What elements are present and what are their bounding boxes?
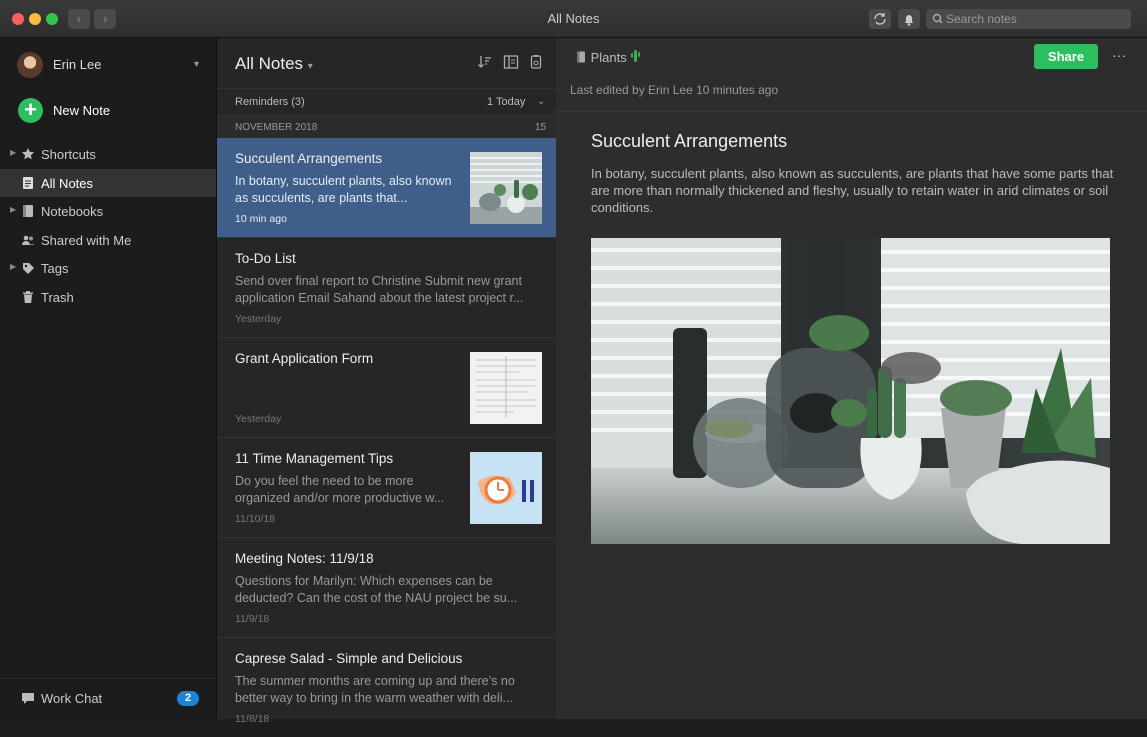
work-chat-button[interactable]: Work Chat 2: [0, 678, 216, 719]
search-input[interactable]: [946, 9, 1126, 29]
sidebar-item-label: Shortcuts: [41, 147, 96, 162]
sidebar-item-label: Trash: [41, 290, 74, 305]
note-snippet: The summer months are coming up and ther…: [235, 674, 515, 705]
chat-icon: [22, 693, 34, 704]
note-snippet: Questions for Marilyn: Which expenses ca…: [235, 574, 518, 605]
month-header: NOVEMBER 2018 15: [217, 115, 556, 139]
reminder-bell-icon[interactable]: [528, 54, 544, 70]
sort-icon[interactable]: [477, 54, 493, 70]
chevron-down-icon: ▾: [307, 61, 313, 72]
sidebar: Erin Lee ▾ + New Note ▶ Shortcuts All No…: [0, 38, 216, 719]
note-editor: Plants Share ··· Last edited by Erin Lee…: [556, 38, 1147, 719]
note-title: Caprese Salad - Simple and Delicious: [235, 651, 463, 666]
notebook-icon: [23, 205, 33, 217]
note-card-time-management-tips[interactable]: 11 Time Management Tips Do you feel the …: [217, 438, 556, 538]
bell-icon: [905, 15, 913, 26]
note-title: 11 Time Management Tips: [235, 451, 394, 466]
note-icon: [23, 177, 33, 189]
note-snippet: In botany, succulent plants, also known …: [235, 174, 452, 205]
sidebar-item-label: All Notes: [41, 176, 94, 191]
account-switcher[interactable]: Erin Lee ▾: [17, 52, 207, 78]
note-date: 10 min ago: [235, 213, 287, 225]
expand-arrow-icon[interactable]: ▶: [10, 205, 16, 214]
note-title: Meeting Notes: 11/9/18: [235, 551, 374, 566]
note-card-to-do-list[interactable]: To-Do List Send over final report to Chr…: [217, 238, 556, 338]
chevron-down-icon: ▾: [194, 59, 200, 70]
month-label: NOVEMBER 2018: [235, 122, 318, 133]
document-thumbnail: [470, 352, 542, 424]
expand-arrow-icon[interactable]: ▶: [10, 262, 16, 271]
note-card-caprese-salad[interactable]: Caprese Salad - Simple and Delicious The…: [217, 638, 556, 737]
note-snippet: Do you feel the need to be more organize…: [235, 474, 445, 505]
last-edited-info: Last edited by Erin Lee 10 minutes ago: [570, 83, 779, 97]
sidebar-item-shortcuts[interactable]: ▶ Shortcuts: [0, 140, 216, 168]
sync-button[interactable]: [869, 9, 891, 29]
note-list-panel: All Notes ▾ Reminders (3) 1 Today ⌄ NOVE…: [216, 38, 557, 725]
notebook-name: Plants: [590, 50, 627, 65]
note-date: Yesterday: [235, 413, 282, 425]
view-options-icon[interactable]: [503, 54, 519, 70]
reminders-today: 1 Today: [487, 96, 526, 108]
share-button[interactable]: Share: [1034, 44, 1098, 69]
tag-icon: [23, 263, 34, 274]
note-title: Grant Application Form: [235, 351, 374, 366]
sync-icon: [874, 13, 886, 25]
work-chat-label: Work Chat: [41, 691, 103, 706]
chevron-down-icon: ⌄: [537, 96, 546, 107]
note-date: 11/8/18: [235, 713, 270, 725]
star-icon: [22, 148, 34, 160]
reminders-label: Reminders (3): [235, 96, 305, 108]
new-note-button[interactable]: + New Note: [18, 98, 208, 124]
search-icon: [932, 13, 943, 24]
note-card-meeting-notes[interactable]: Meeting Notes: 11/9/18 Questions for Mar…: [217, 538, 556, 638]
sidebar-item-label: Tags: [41, 261, 69, 276]
people-icon: [22, 235, 35, 245]
user-name: Erin Lee: [53, 57, 102, 72]
note-list-title-dropdown[interactable]: All Notes ▾: [235, 54, 313, 74]
month-count: 15: [535, 122, 547, 133]
note-date: 11/9/18: [235, 613, 270, 625]
plus-icon: +: [18, 98, 43, 123]
note-title: To-Do List: [235, 251, 296, 266]
note-date: 11/10/18: [235, 513, 276, 525]
title-bar: ‹ › All Notes: [0, 0, 1147, 38]
sidebar-item-tags[interactable]: ▶ Tags: [0, 254, 216, 282]
notebook-icon: [577, 51, 585, 63]
expand-arrow-icon[interactable]: ▶: [10, 148, 16, 157]
avatar: [17, 52, 43, 78]
note-list-title: All Notes: [235, 54, 304, 73]
note-card-grant-application-form[interactable]: Grant Application Form Yesterday: [217, 338, 556, 438]
new-note-label: New Note: [53, 103, 111, 118]
cactus-icon: [631, 50, 641, 62]
sidebar-item-shared[interactable]: Shared with Me: [0, 226, 216, 254]
note-card-succulent-arrangements[interactable]: Succulent Arrangements In botany, succul…: [217, 138, 556, 238]
sidebar-item-notebooks[interactable]: ▶ Notebooks: [0, 197, 216, 225]
succulents-photo[interactable]: [591, 238, 1110, 544]
plants-thumbnail: [470, 152, 542, 224]
sidebar-item-label: Shared with Me: [41, 233, 132, 248]
sidebar-item-trash[interactable]: Trash: [0, 283, 216, 311]
divider: [556, 111, 1147, 112]
notebook-selector[interactable]: Plants: [576, 49, 641, 65]
stopwatch-thumbnail: [470, 452, 542, 524]
reminders-row[interactable]: Reminders (3) 1 Today ⌄: [217, 88, 556, 115]
more-options-button[interactable]: ···: [1106, 44, 1132, 69]
note-title: Succulent Arrangements: [235, 151, 383, 166]
note-date: Yesterday: [235, 313, 282, 325]
search-box[interactable]: [926, 9, 1131, 29]
note-body-text[interactable]: In botany, succulent plants, also known …: [591, 165, 1116, 216]
unread-count-badge: 2: [177, 691, 199, 706]
notifications-button[interactable]: [898, 9, 920, 29]
note-title-field[interactable]: Succulent Arrangements: [591, 131, 787, 152]
sidebar-item-label: Notebooks: [41, 204, 104, 219]
trash-icon: [23, 291, 33, 303]
note-snippet: Send over final report to Christine Subm…: [235, 274, 524, 305]
sidebar-item-all-notes[interactable]: All Notes: [0, 169, 216, 197]
